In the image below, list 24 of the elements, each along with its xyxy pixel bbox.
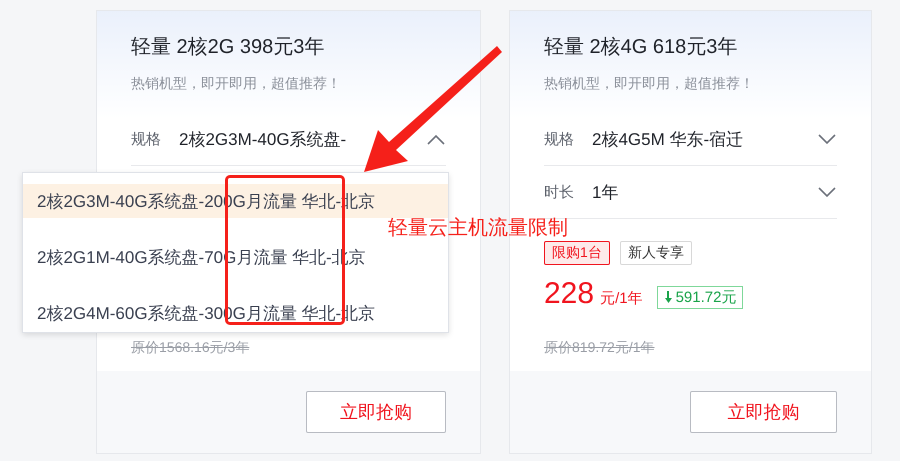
tag: 限购1台 xyxy=(544,241,610,265)
card-subtitle: 热销机型，即开即用，超值推荐！ xyxy=(131,74,342,93)
select-value[interactable]: 1年 xyxy=(592,180,817,204)
field-label: 规格 xyxy=(544,130,575,148)
chevron-icon[interactable] xyxy=(817,133,837,145)
down-arrow-icon xyxy=(664,291,674,303)
saving-badge: 591.72元 xyxy=(656,286,744,308)
buy-button[interactable]: 立即抢购 xyxy=(690,391,837,433)
card-title: 轻量 2核4G 618元3年 xyxy=(544,35,738,60)
chevron-icon[interactable] xyxy=(426,133,446,145)
select-value[interactable]: 2核4G5M 华东-宿迁 xyxy=(592,128,817,150)
select-value[interactable]: 2核2G3M-40G系统盘- xyxy=(179,128,426,150)
price: 228 xyxy=(544,277,594,311)
card-subtitle: 热销机型，即开即用，超值推荐！ xyxy=(544,74,755,93)
annotation-text: 轻量云主机流量限制 xyxy=(388,217,568,239)
card-title: 轻量 2核2G 398元3年 xyxy=(131,35,326,60)
original-price: 原价819.72元/1年 xyxy=(544,339,656,357)
field-label: 时长 xyxy=(544,182,575,202)
tag: 新人专享 xyxy=(620,241,692,265)
price-unit: 元/1年 xyxy=(600,289,643,308)
field-label: 规格 xyxy=(131,130,162,148)
buy-button[interactable]: 立即抢购 xyxy=(306,391,446,433)
chevron-icon[interactable] xyxy=(817,186,837,198)
original-price: 原价1568.16元/3年 xyxy=(131,339,250,357)
